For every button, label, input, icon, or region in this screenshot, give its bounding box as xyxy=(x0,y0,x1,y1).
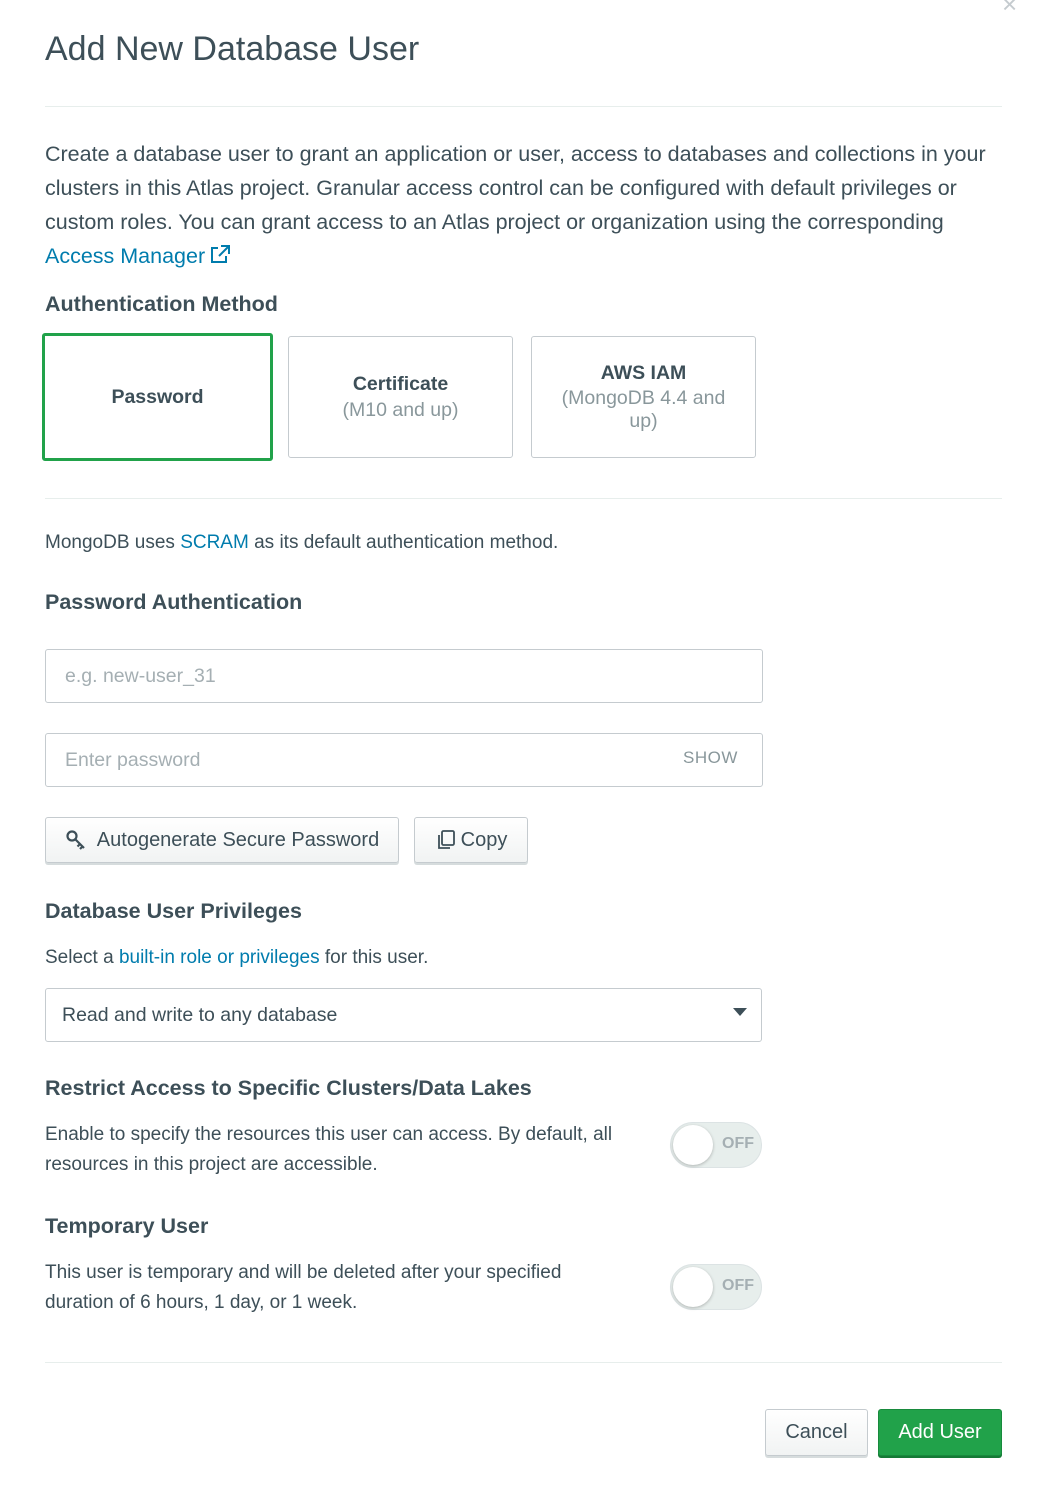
modal-title: Add New Database User xyxy=(45,30,420,68)
role-select[interactable]: Read and write to any database xyxy=(45,988,762,1042)
toggle-knob xyxy=(673,1267,713,1307)
copy-password-label: Copy xyxy=(460,828,508,851)
restrict-access-description: Enable to specify the resources this use… xyxy=(45,1124,613,1175)
title-divider xyxy=(45,106,1002,107)
auth-method-certificate-title: Certificate xyxy=(352,372,449,395)
intro-text: Create a database user to grant an appli… xyxy=(45,142,986,234)
autogenerate-password-label: Autogenerate Secure Password xyxy=(96,828,380,851)
auth-method-password[interactable]: Password xyxy=(42,333,273,461)
role-select-value: Read and write to any database xyxy=(62,1003,338,1026)
add-user-button-label: Add User xyxy=(898,1421,982,1443)
password-auth-heading: Password Authentication xyxy=(45,590,303,614)
external-link-icon xyxy=(211,245,231,263)
autogenerate-password-button[interactable]: Autogenerate Secure Password xyxy=(45,817,399,863)
temporary-user-description: This user is temporary and will be delet… xyxy=(45,1262,562,1313)
auth-method-certificate[interactable]: Certificate (M10 and up) xyxy=(288,336,513,458)
restrict-access-toggle-label: OFF xyxy=(722,1135,754,1152)
auth-note-suffix: as its default authentication method. xyxy=(254,532,559,553)
auth-divider xyxy=(45,498,1002,499)
password-input[interactable] xyxy=(45,733,763,787)
copy-icon xyxy=(437,830,455,849)
temporary-user-toggle-label: OFF xyxy=(722,1277,754,1294)
toggle-knob xyxy=(673,1125,713,1165)
auth-method-aws-iam[interactable]: AWS IAM (MongoDB 4.4 and up) xyxy=(531,336,756,458)
temporary-user-heading: Temporary User xyxy=(45,1214,209,1238)
auth-note: MongoDB uses SCRAM as its default authen… xyxy=(45,528,558,558)
restrict-access-heading: Restrict Access to Specific Clusters/Dat… xyxy=(45,1076,532,1100)
close-icon[interactable]: × xyxy=(1002,0,1026,17)
auth-method-aws-iam-subtitle: (MongoDB 4.4 and up) xyxy=(561,386,726,432)
intro-paragraph: Create a database user to grant an appli… xyxy=(45,137,1005,273)
auth-method-heading: Authentication Method xyxy=(45,292,278,316)
add-user-button[interactable]: Add User xyxy=(878,1409,1002,1456)
access-manager-link[interactable]: Access Manager xyxy=(45,244,231,268)
built-in-role-link[interactable]: built-in role or privileges xyxy=(119,947,320,968)
cancel-button-label: Cancel xyxy=(785,1421,848,1443)
scram-link[interactable]: SCRAM xyxy=(180,532,249,553)
copy-password-button[interactable]: Copy xyxy=(414,817,528,863)
cancel-button[interactable]: Cancel xyxy=(765,1409,868,1456)
privileges-desc-prefix: Select a xyxy=(45,947,114,968)
username-input[interactable] xyxy=(45,649,763,703)
footer-divider xyxy=(45,1362,1002,1363)
privileges-desc-suffix: for this user. xyxy=(324,947,429,968)
key-icon xyxy=(66,830,85,850)
auth-method-password-title: Password xyxy=(111,385,204,408)
privileges-description: Select a built-in role or privileges for… xyxy=(45,943,428,973)
show-password-button[interactable]: SHOW xyxy=(683,748,738,768)
auth-method-aws-iam-title: AWS IAM xyxy=(600,361,687,384)
caret-down-icon xyxy=(733,1008,747,1016)
access-manager-link-label: Access Manager xyxy=(45,244,206,268)
privileges-heading: Database User Privileges xyxy=(45,899,302,923)
restrict-access-toggle[interactable]: OFF xyxy=(670,1122,762,1168)
temporary-user-toggle[interactable]: OFF xyxy=(670,1264,762,1310)
auth-note-prefix: MongoDB uses xyxy=(45,532,175,553)
auth-method-certificate-subtitle: (M10 and up) xyxy=(342,398,459,421)
